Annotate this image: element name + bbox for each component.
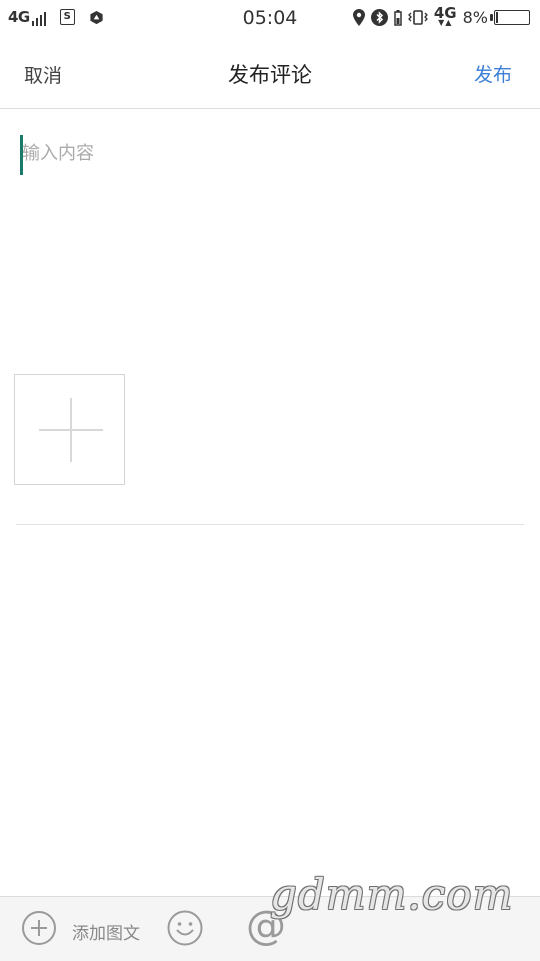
- content-divider: [16, 524, 524, 525]
- status-bar: 4G S 05:04 4G ▼▲ 8%: [0, 0, 540, 38]
- network-indicator: 4G: [8, 8, 46, 26]
- page-title: 发布评论: [228, 63, 312, 87]
- bluetooth-icon: [370, 8, 388, 26]
- mobile-data-indicator: 4G ▼▲: [434, 6, 457, 27]
- signal-icon: [31, 12, 46, 26]
- content-input[interactable]: [22, 135, 512, 339]
- comment-editor: [0, 109, 540, 359]
- publish-button[interactable]: 发布: [474, 60, 512, 87]
- battery-fill: [496, 11, 498, 23]
- plus-icon-vertical: [70, 398, 72, 462]
- add-circle-icon[interactable]: [22, 911, 56, 945]
- app-notification-icon: [90, 10, 103, 24]
- battery-small-icon: [394, 9, 402, 26]
- status-left: 4G S: [8, 8, 104, 26]
- add-media-button[interactable]: 添加图文: [72, 919, 140, 944]
- mention-button[interactable]: @: [246, 901, 286, 951]
- vibrate-icon: [407, 9, 428, 25]
- status-right: 4G ▼▲ 8%: [352, 6, 530, 27]
- header-bar: 取消 发布评论 发布: [0, 38, 540, 109]
- battery-icon: [490, 9, 530, 25]
- location-icon: [352, 8, 365, 26]
- bottom-toolbar: 添加图文 @: [0, 896, 540, 961]
- battery-percent: 8%: [462, 7, 488, 27]
- add-image-button[interactable]: [14, 374, 125, 485]
- network-type: 4G: [8, 8, 30, 26]
- cancel-button[interactable]: 取消: [24, 61, 62, 88]
- emoji-icon[interactable]: [167, 910, 203, 946]
- sim-icon: S: [59, 9, 75, 25]
